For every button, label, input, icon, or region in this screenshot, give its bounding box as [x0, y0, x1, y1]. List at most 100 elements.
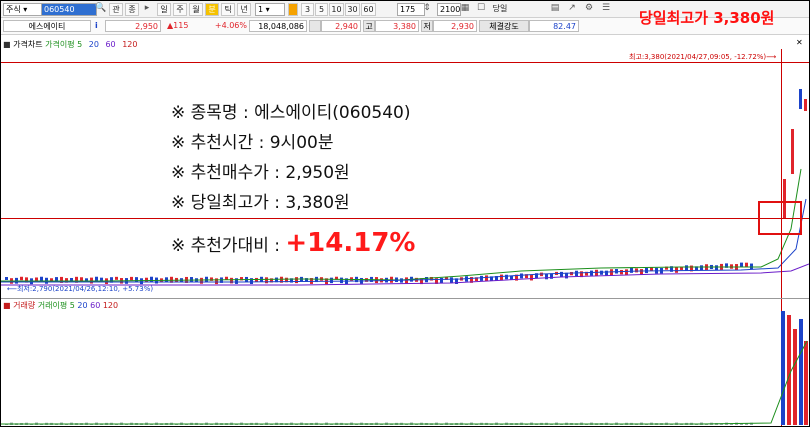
gear-icon[interactable]: ⚙ — [583, 3, 595, 14]
volume-panel-legend: ■ 거래량 거래이평 5 20 60 120 — [3, 301, 119, 310]
period-day[interactable]: 일 — [157, 3, 171, 16]
price-candle — [350, 277, 353, 281]
price-candle — [5, 277, 8, 280]
price-candle — [190, 277, 193, 282]
price-candle — [745, 262, 748, 267]
low-value: 2,930 — [433, 20, 477, 32]
high-value: 3,380 — [375, 20, 419, 32]
period-tick[interactable]: 틱 — [221, 3, 235, 16]
price-candle — [235, 278, 238, 284]
price-candle — [200, 277, 203, 284]
period-minute[interactable]: 분 — [205, 3, 219, 16]
close-icon[interactable]: ✕ — [796, 38, 803, 47]
list-icon[interactable]: ☰ — [600, 3, 612, 14]
price-candle — [675, 267, 678, 273]
low-label: 저 — [421, 20, 433, 32]
same-day-label: 당일 — [492, 4, 508, 13]
price-candle — [205, 276, 208, 282]
table-icon[interactable]: ▤ — [549, 3, 561, 14]
annot-return: ※ 추천가대비 : +14.17% — [171, 228, 415, 258]
vol-legend-ma5: 거래이평 5 — [37, 301, 75, 310]
price-candle — [530, 274, 533, 281]
price-candle — [505, 274, 508, 280]
price-candle — [750, 263, 753, 270]
price-candle — [545, 273, 548, 280]
high-guide-line — [1, 62, 809, 63]
interval-10[interactable]: 10 — [329, 3, 344, 16]
price-candle — [620, 269, 623, 275]
annot-stock-name: ※ 종목명 : 에스에이티(060540) — [171, 103, 411, 123]
open-label-icon — [309, 20, 321, 32]
price-candle — [485, 275, 488, 282]
legend-ma60: 60 — [105, 40, 116, 49]
max-note: 최고:3,380(2021/04/27,09:05, -12.72%)⟶ — [629, 53, 777, 61]
checkbox-icon[interactable]: ☐ — [475, 3, 487, 14]
price-candle — [520, 273, 523, 279]
interval-5[interactable]: 5 — [315, 3, 328, 16]
view-count-input[interactable]: 2100 — [437, 3, 461, 16]
market-label: 주식 — [6, 5, 21, 14]
code-input[interactable]: 060540 — [41, 3, 97, 16]
interval-60[interactable]: 60 — [361, 3, 376, 16]
price-candle — [630, 268, 633, 273]
spinner-icon[interactable]: ⇕ — [421, 3, 433, 14]
annot-return-label: ※ 추천가대비 : — [171, 236, 286, 256]
surge-candle — [791, 129, 794, 174]
count-select-value: 1 — [258, 5, 264, 14]
change: ▲115 — [167, 21, 189, 30]
surge-volume-bar — [799, 319, 803, 425]
info-icon[interactable]: i — [95, 20, 103, 32]
price-candle — [590, 270, 593, 276]
price-candle — [500, 274, 503, 281]
volume-chart — [1, 311, 808, 425]
tag-button-1[interactable]: 관 — [109, 3, 123, 16]
price-candle — [115, 276, 118, 280]
price-candle — [600, 270, 603, 275]
volume-panel-title: 거래량 — [13, 301, 36, 310]
surge-candle — [804, 99, 807, 111]
interval-3[interactable]: 3 — [301, 3, 314, 16]
recommendation-annotation: ※ 종목명 : 에스에이티(060540) ※ 추천시간 : 9시00분 ※ 추… — [171, 98, 415, 258]
volume-bar — [730, 423, 733, 425]
period-year[interactable]: 년 — [237, 3, 251, 16]
surge-volume-bar — [793, 329, 797, 425]
price-candle — [215, 278, 218, 285]
bar-icon[interactable] — [288, 3, 298, 16]
price-candle — [685, 265, 688, 271]
price-candle — [265, 277, 268, 284]
price-candle — [635, 268, 638, 273]
price-candle — [330, 277, 333, 284]
price-candle — [230, 277, 233, 284]
vol-legend-ma20: 20 — [77, 301, 88, 310]
code-value: 060540 — [44, 5, 75, 14]
annot-time: ※ 추천시간 : 9시00분 — [171, 133, 334, 153]
period-month[interactable]: 월 — [189, 3, 203, 16]
price-candle — [165, 277, 168, 282]
tag-button-2[interactable]: 종 — [125, 3, 139, 16]
market-select[interactable]: 주식 ▾ — [3, 3, 43, 16]
legend-ma20: 20 — [88, 40, 99, 49]
period-week[interactable]: 주 — [173, 3, 187, 16]
arrow-icon[interactable]: ↗ — [566, 3, 578, 14]
chevron-right-icon[interactable]: ▸ — [141, 3, 153, 14]
grid-icon[interactable]: ▦ — [459, 3, 471, 14]
price-candle — [605, 270, 608, 276]
price-candle — [20, 276, 23, 281]
search-icon[interactable]: 🔍 — [95, 3, 107, 14]
annot-buy-price: ※ 추천매수가 : 2,950원 — [171, 163, 350, 183]
price-candle — [130, 276, 133, 281]
interval-30[interactable]: 30 — [345, 3, 360, 16]
price: 2,950 — [105, 20, 161, 32]
panel-divider — [1, 298, 809, 299]
price-candle — [625, 269, 628, 276]
surge-volume-bar — [781, 311, 785, 425]
vol-ma5-line — [1, 340, 808, 425]
surge-volume-bar — [804, 341, 808, 425]
count-select[interactable]: 1 ▾ — [255, 3, 285, 16]
legend-ma120: 120 — [122, 40, 138, 49]
vol-legend-ma120: 120 — [102, 301, 119, 310]
price-candle — [715, 265, 718, 271]
min-note: ⟵최저:2,790(2021/04/26,12:10, +5.73%) — [7, 285, 154, 293]
surge-candle — [799, 89, 802, 109]
price-candle — [700, 265, 703, 271]
